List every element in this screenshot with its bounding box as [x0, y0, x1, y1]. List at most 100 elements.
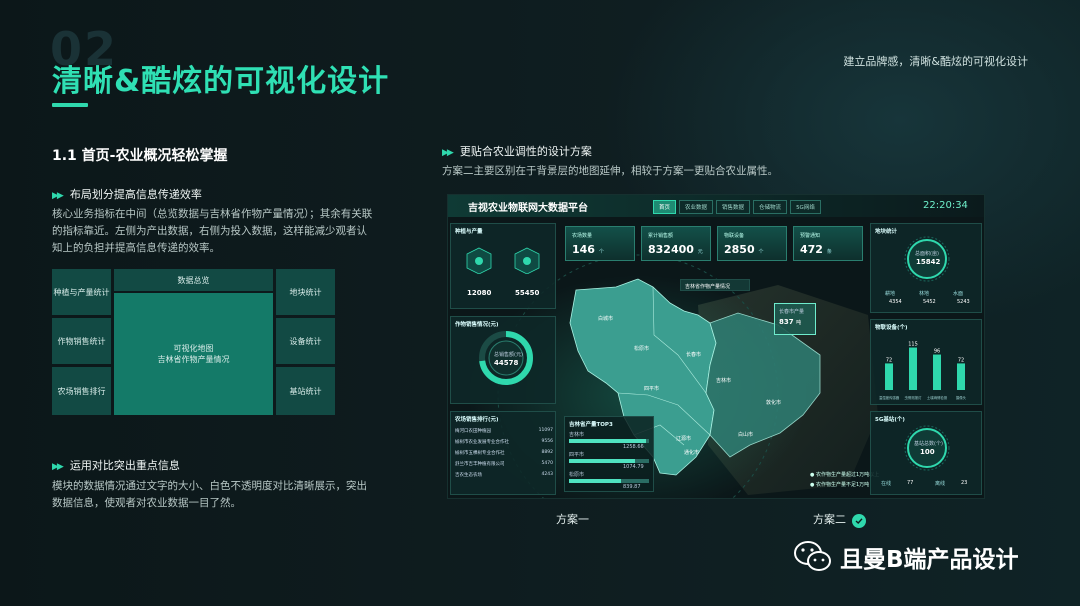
land-label: 总面积(亩): [915, 251, 939, 257]
kpi-farms: 农场数量 146 个: [565, 226, 635, 261]
land-legend-value: 5452: [923, 299, 936, 305]
sales-donut: [479, 331, 533, 385]
kpi-value: 472 条: [800, 243, 832, 256]
panel-title: 吉林省产量TOP3: [569, 422, 613, 428]
legend-item-1: ● 农作物生产量超过1万吨以上: [810, 472, 880, 478]
panel-sales: 作物销售情况(元) 总销售额(元) 44578: [450, 316, 556, 404]
top3-bar: [569, 459, 649, 463]
tab-5g[interactable]: 5G网络: [790, 200, 821, 214]
kpi-value: 146 个: [572, 243, 604, 256]
tab-logistics[interactable]: 仓储物流: [753, 200, 788, 214]
panel-5g: 5G基站(个) 基站总数(个) 100 在线 77 离线 23: [870, 411, 982, 495]
rank-name: 吉农生态农场: [455, 473, 482, 478]
caption-option-1: 方案一: [556, 513, 589, 526]
device-bar: [957, 363, 965, 390]
caption-option-2: 方案二: [813, 511, 866, 528]
top3-value: 1074.79: [623, 464, 644, 470]
device-bar-value: 72: [958, 357, 964, 363]
device-bar-value: 115: [908, 342, 918, 348]
city-label: 敦化市: [766, 400, 782, 406]
layout-center-top: 数据总览: [114, 269, 273, 291]
layout-right-2: 设备统计: [276, 318, 335, 364]
map-title: 吉林省作物产量情况: [685, 284, 731, 290]
right-title: 更贴合农业调性的设计方案: [459, 145, 592, 158]
device-bar-label: 土壤墒情检测: [927, 395, 948, 400]
device-bar: [885, 363, 893, 390]
right-heading: ▶▶ 更贴合农业调性的设计方案: [442, 143, 592, 159]
rank-name: 榆树市农业发展专业合作社: [455, 440, 509, 445]
top3-bar: [569, 479, 649, 483]
device-bar-value: 72: [886, 357, 892, 363]
point1-text: 核心业务指标在中间（总览数据与吉林省作物产量情况）；其余有关联的指标靠近。左侧为…: [52, 208, 373, 254]
top-right-caption: 建立品牌感，清晰&酷炫的可视化设计: [843, 55, 1028, 68]
kpi-label: 累计销售额: [648, 233, 674, 239]
panel-title: 地块统计: [875, 229, 898, 235]
wechat-icon: [793, 540, 833, 578]
rank-value: 4243: [541, 472, 553, 477]
rank-value: 11097: [538, 428, 553, 433]
5g-label: 基站总数(个): [914, 441, 943, 447]
popup-value-line: 837 吨: [779, 318, 801, 326]
city-label: 长春市: [686, 352, 702, 358]
slide-title: 清晰&酷炫的可视化设计: [52, 64, 390, 99]
device-bar-label: 摄像头: [956, 395, 967, 400]
kpi-alerts: 预警通知 472 条: [793, 226, 863, 261]
sales-center-value: 44578: [494, 359, 519, 367]
plant-icons: [466, 247, 540, 274]
device-bar: [909, 347, 917, 390]
panel-title: 作物销售情况(元): [455, 322, 499, 328]
device-bar: [933, 354, 941, 390]
dashboard-time: 22:20:34: [923, 200, 968, 211]
double-arrow-icon: ▶▶: [52, 462, 64, 472]
panel-land: 地块统计 总面积(亩) 15842 耕地 4354 林地 5452 水面 5243: [870, 223, 982, 313]
city-label: 通化市: [684, 450, 700, 456]
point1-heading: ▶▶ 布局划分提高信息传递效率: [52, 186, 202, 202]
map-title-box: 吉林省作物产量情况: [680, 279, 750, 291]
land-legend-name: 林地: [919, 291, 930, 297]
device-bar-label: 温湿度传感器: [879, 395, 900, 400]
layout-right-3: 基站统计: [276, 367, 335, 415]
device-bar-chart: 72 温湿度传感器 115 虫情测报灯 96 土壤墒情检测 72 摄像头: [879, 342, 967, 400]
panel-farm-rank: 农场销售排行(元) 梅河口农田种植园 11097 榆树市农业发展专业合作社 9556 榆…: [450, 411, 556, 495]
rank-row: 榆树市农业发展专业合作社 9556: [455, 439, 553, 450]
kpi-sales: 累计销售额 832400 元: [641, 226, 711, 261]
plant-value-2: 55450: [515, 289, 540, 297]
panel-devices: 物联设备(个) 72 温湿度传感器 115 虫情测报灯 96 土壤墒情检测 72 摄像头: [870, 319, 982, 405]
device-bar-label: 虫情测报灯: [905, 395, 923, 400]
popup-value: 837: [779, 318, 794, 326]
panel-title: 农场销售排行(元): [455, 417, 499, 423]
layout-left-2: 作物销售统计: [52, 318, 111, 364]
rank-name: 榆树市五棵树专业合作社: [455, 451, 505, 456]
dashboard-tabs: 首页 农业数据 销售数据 仓储物流 5G网络: [653, 200, 821, 214]
legend-item-2: ● 农作物生产量不足1万吨: [810, 482, 870, 488]
top3-name: 松原市: [569, 472, 585, 478]
city-label: 吉林市: [716, 378, 732, 384]
map-popup: 长春市产量 837 吨: [774, 303, 816, 335]
5g-value: 100: [920, 448, 935, 456]
kpi-value: 832400 元: [648, 243, 703, 256]
kpi-label: 物联设备: [724, 233, 745, 239]
brand-name: 且曼B端产品设计: [840, 547, 1019, 573]
point1-title: 布局划分提高信息传递效率: [69, 188, 202, 201]
city-label: 松原市: [634, 346, 650, 352]
dashboard-screenshot: 吉视农业物联网大数据平台 首页 农业数据 销售数据 仓储物流 5G网络 22:2…: [447, 194, 985, 499]
rank-row: 榆树市五棵树专业合作社 8892: [455, 450, 553, 461]
tab-home[interactable]: 首页: [653, 200, 677, 214]
kpi-devices: 物联设备 2850 个: [717, 226, 787, 261]
right-text: 方案二主要区别在于背景层的地图延伸，相较于方案一更贴合农业属性。: [442, 165, 778, 177]
double-arrow-icon: ▶▶: [52, 191, 64, 201]
5g-legend-value: 77: [907, 480, 914, 486]
5g-legend-name: 在线: [881, 481, 892, 487]
city-label: 白城市: [598, 316, 614, 322]
point2-text: 模块的数据情况通过文字的大小、白色不透明度对比清晰展示，突出数据信息，使观者对农…: [52, 480, 367, 509]
top3-name: 四平市: [569, 452, 585, 458]
land-value: 15842: [916, 258, 941, 266]
tab-agri-data[interactable]: 农业数据: [679, 200, 714, 214]
land-legend-name: 耕地: [885, 291, 896, 297]
top3-value: 839.87: [623, 484, 641, 490]
city-label: 辽源市: [676, 436, 692, 442]
section-heading: 1.1 首页-农业概况轻松掌握: [52, 148, 228, 164]
tab-sales-data[interactable]: 销售数据: [716, 200, 751, 214]
layout-right-1: 地块统计: [276, 269, 335, 315]
city-label: 四平市: [644, 386, 660, 392]
